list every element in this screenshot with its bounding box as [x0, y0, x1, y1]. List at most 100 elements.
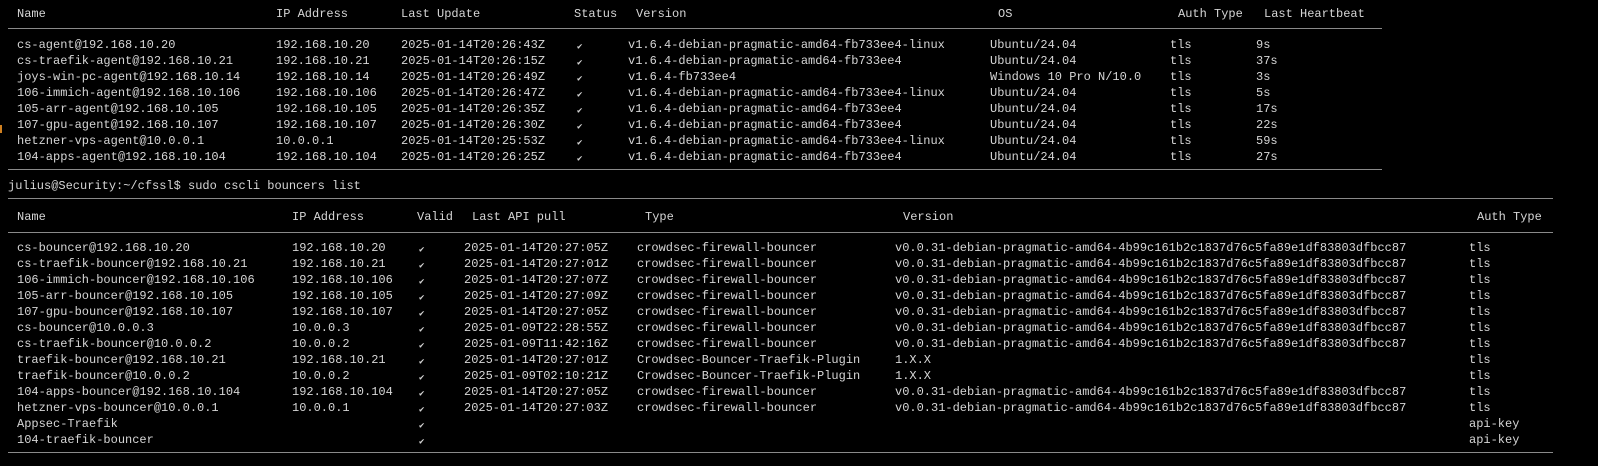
- machines-cell-version: v1.6.4-debian-pragmatic-amd64-fb733ee4-l…: [628, 38, 945, 52]
- machines-cell-last-update: 2025-01-14T20:26:25Z: [401, 150, 546, 164]
- machines-cell-version: v1.6.4-debian-pragmatic-amd64-fb733ee4: [628, 102, 902, 116]
- bouncers-cell-type: crowdsec-firewall-bouncer: [637, 289, 818, 303]
- bouncers-cell-last-api-pull: 2025-01-14T20:27:03Z: [464, 401, 609, 415]
- bouncers-cell-version: v0.0.31-debian-pragmatic-amd64-4b99c161b…: [895, 321, 1407, 335]
- machines-cell-os: Ubuntu/24.04: [990, 86, 1077, 100]
- bouncers-cell-version: v0.0.31-debian-pragmatic-amd64-4b99c161b…: [895, 385, 1407, 399]
- machines-header-os: OS: [998, 7, 1013, 21]
- machines-cell-last-update: 2025-01-14T20:25:53Z: [401, 134, 546, 148]
- bouncers-cell-type: crowdsec-firewall-bouncer: [637, 241, 818, 255]
- bouncers-cell-name: cs-bouncer@10.0.0.3: [17, 321, 154, 335]
- bouncers-cell-last-api-pull: 2025-01-14T20:27:05Z: [464, 241, 609, 255]
- bouncers-cell-type: crowdsec-firewall-bouncer: [637, 305, 818, 319]
- machines-header-last-heartbeat: Last Heartbeat: [1264, 7, 1365, 21]
- bouncers-cell-type: Crowdsec-Bouncer-Traefik-Plugin: [637, 353, 861, 367]
- machines-cell-os: Ubuntu/24.04: [990, 150, 1077, 164]
- bouncers-cell-version: v0.0.31-debian-pragmatic-amd64-4b99c161b…: [895, 257, 1407, 271]
- bouncers-cell-auth-type: tls: [1469, 353, 1491, 367]
- bouncers-cell-auth-type: tls: [1469, 289, 1491, 303]
- bouncers-header-ip-address: IP Address: [292, 210, 365, 224]
- bouncers-cell-version: v0.0.31-debian-pragmatic-amd64-4b99c161b…: [895, 273, 1407, 287]
- bouncers-cell-type: Crowdsec-Bouncer-Traefik-Plugin: [637, 369, 861, 383]
- machines-header-ip-address: IP Address: [276, 7, 349, 21]
- status-check-icon: ✔: [577, 74, 583, 84]
- bouncers-cell-last-api-pull: 2025-01-14T20:27:09Z: [464, 289, 609, 303]
- bouncers-cell-ip-address: 192.168.10.106: [292, 273, 393, 287]
- machines-cell-last-update: 2025-01-14T20:26:49Z: [401, 70, 546, 84]
- machines-cell-last-heartbeat: 37s: [1256, 54, 1278, 68]
- bouncers-bottom-rule: [8, 452, 1553, 453]
- machines-cell-version: v1.6.4-fb733ee4: [628, 70, 737, 84]
- valid-check-icon: ✔: [419, 277, 425, 287]
- status-check-icon: ✔: [577, 122, 583, 132]
- scroll-position-marker: [0, 125, 2, 133]
- valid-check-icon: ✔: [419, 293, 425, 303]
- machines-cell-name: 107-gpu-agent@192.168.10.107: [17, 118, 219, 132]
- bouncers-cell-version: v0.0.31-debian-pragmatic-amd64-4b99c161b…: [895, 305, 1407, 319]
- bouncers-cell-type: crowdsec-firewall-bouncer: [637, 273, 818, 287]
- bouncers-cell-name: 107-gpu-bouncer@192.168.10.107: [17, 305, 234, 319]
- bouncers-cell-auth-type: tls: [1469, 369, 1491, 383]
- machines-header-last-update: Last Update: [401, 7, 481, 21]
- bouncers-header-type: Type: [645, 210, 674, 224]
- bouncers-cell-auth-type: tls: [1469, 321, 1491, 335]
- terminal-window[interactable]: Name IP Address Last Update Status Version OS…: [0, 0, 1598, 466]
- machines-cell-ip-address: 192.168.10.105: [276, 102, 377, 116]
- machines-header-name: Name: [17, 7, 46, 21]
- status-check-icon: ✔: [577, 138, 583, 148]
- bouncers-cell-auth-type: tls: [1469, 257, 1491, 271]
- bouncers-cell-auth-type: tls: [1469, 241, 1491, 255]
- machines-cell-version: v1.6.4-debian-pragmatic-amd64-fb733ee4: [628, 150, 902, 164]
- machines-header-status: Status: [574, 7, 618, 21]
- shell-prompt: julius@Security:~/cfssl$ sudo cscli boun…: [8, 179, 361, 193]
- bouncers-cell-ip-address: 10.0.0.1: [292, 401, 350, 415]
- machines-cell-os: Ubuntu/24.04: [990, 102, 1077, 116]
- machines-cell-last-heartbeat: 17s: [1256, 102, 1278, 116]
- bouncers-cell-type: crowdsec-firewall-bouncer: [637, 385, 818, 399]
- machines-cell-name: 104-apps-agent@192.168.10.104: [17, 150, 226, 164]
- machines-cell-ip-address: 192.168.10.21: [276, 54, 370, 68]
- machines-cell-version: v1.6.4-debian-pragmatic-amd64-fb733ee4-l…: [628, 134, 945, 148]
- valid-check-icon: ✔: [419, 341, 425, 351]
- bouncers-cell-ip-address: 192.168.10.104: [292, 385, 393, 399]
- machines-cell-last-update: 2025-01-14T20:26:35Z: [401, 102, 546, 116]
- bouncers-cell-name: hetzner-vps-bouncer@10.0.0.1: [17, 401, 219, 415]
- bouncers-cell-name: cs-traefik-bouncer@10.0.0.2: [17, 337, 212, 351]
- bouncers-cell-version: 1.X.X: [895, 369, 932, 383]
- machines-cell-last-heartbeat: 59s: [1256, 134, 1278, 148]
- bouncers-cell-last-api-pull: 2025-01-09T22:28:55Z: [464, 321, 609, 335]
- bouncers-cell-type: crowdsec-firewall-bouncer: [637, 257, 818, 271]
- machines-cell-name: cs-traefik-agent@192.168.10.21: [17, 54, 234, 68]
- machines-cell-ip-address: 192.168.10.14: [276, 70, 370, 84]
- machines-cell-os: Ubuntu/24.04: [990, 118, 1077, 132]
- valid-check-icon: ✔: [419, 437, 425, 447]
- bouncers-header-last-api-pull: Last API pull: [472, 210, 566, 224]
- machines-cell-ip-address: 192.168.10.106: [276, 86, 377, 100]
- status-check-icon: ✔: [577, 154, 583, 164]
- bouncers-cell-last-api-pull: 2025-01-09T02:10:21Z: [464, 369, 609, 383]
- machines-header-auth-type: Auth Type: [1178, 7, 1243, 21]
- bouncers-cell-name: Appsec-Traefik: [17, 417, 118, 431]
- bouncers-cell-version: v0.0.31-debian-pragmatic-amd64-4b99c161b…: [895, 241, 1407, 255]
- machines-header-version: Version: [636, 7, 687, 21]
- valid-check-icon: ✔: [419, 421, 425, 431]
- bouncers-cell-type: crowdsec-firewall-bouncer: [637, 401, 818, 415]
- bouncers-cell-auth-type: tls: [1469, 337, 1491, 351]
- machines-cell-auth-type: tls: [1170, 86, 1192, 100]
- machines-cell-auth-type: tls: [1170, 54, 1192, 68]
- bouncers-top-rule: [8, 198, 1553, 199]
- machines-cell-os: Windows 10 Pro N/10.0: [990, 70, 1142, 84]
- machines-cell-last-update: 2025-01-14T20:26:43Z: [401, 38, 546, 52]
- machines-cell-auth-type: tls: [1170, 38, 1192, 52]
- bouncers-cell-last-api-pull: 2025-01-14T20:27:01Z: [464, 353, 609, 367]
- bouncers-header-name: Name: [17, 210, 46, 224]
- bouncers-cell-last-api-pull: 2025-01-14T20:27:05Z: [464, 385, 609, 399]
- bouncers-cell-type: crowdsec-firewall-bouncer: [637, 337, 818, 351]
- valid-check-icon: ✔: [419, 325, 425, 335]
- machines-header-rule: [8, 28, 1382, 29]
- valid-check-icon: ✔: [419, 373, 425, 383]
- bouncers-cell-ip-address: 10.0.0.3: [292, 321, 350, 335]
- machines-cell-last-update: 2025-01-14T20:26:47Z: [401, 86, 546, 100]
- machines-cell-name: joys-win-pc-agent@192.168.10.14: [17, 70, 241, 84]
- machines-cell-auth-type: tls: [1170, 70, 1192, 84]
